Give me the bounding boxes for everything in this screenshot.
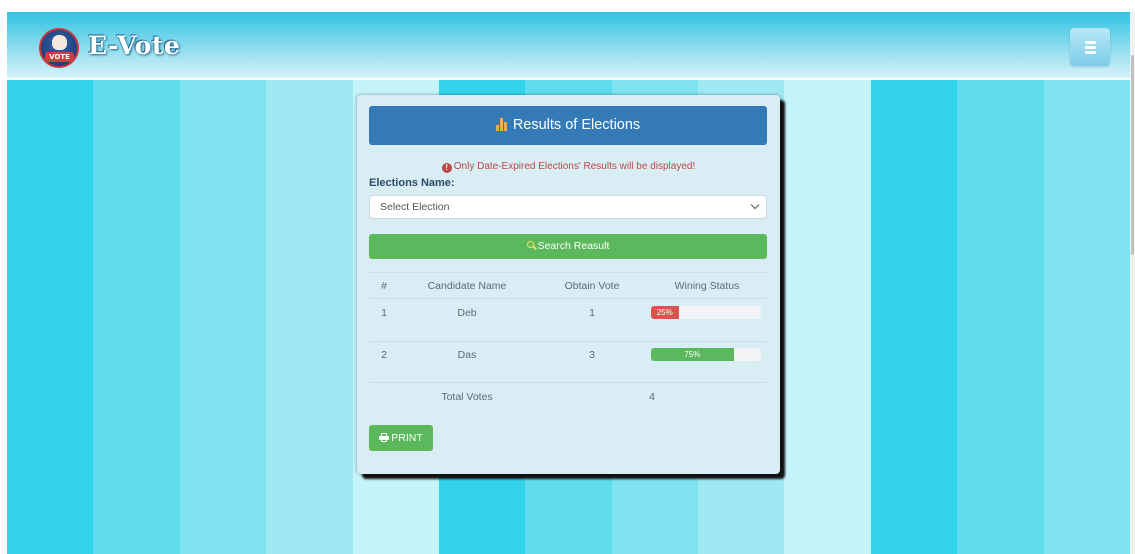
- election-select[interactable]: Select Election: [369, 195, 767, 219]
- winning-status-bar: 25%: [651, 306, 761, 319]
- scrollbar-thumb[interactable]: [1131, 55, 1134, 255]
- search-icon: [526, 241, 536, 250]
- chevron-down-icon: [750, 200, 760, 210]
- brand-title[interactable]: E-Vote: [88, 31, 180, 60]
- vote-logo-icon[interactable]: VOTE: [39, 28, 79, 68]
- total-votes-label: Total Votes: [441, 391, 493, 403]
- background-stripe: [957, 80, 1044, 554]
- background-stripe: [93, 80, 180, 554]
- winning-status-bar: 75%: [651, 348, 761, 361]
- table-header-candidate: Candidate Name: [427, 280, 507, 292]
- table-divider: [369, 298, 767, 299]
- table-divider: [369, 272, 767, 273]
- results-panel: Results of Elections ! Only Date-Expired …: [357, 95, 780, 474]
- background-stripe: [1043, 80, 1130, 554]
- logo-tag: VOTE: [45, 52, 74, 62]
- info-circle-icon: !: [441, 163, 452, 173]
- progress-fill: 25%: [651, 306, 679, 319]
- background-stripe: [784, 80, 871, 554]
- print-icon: [379, 433, 390, 442]
- notice-text: Only Date-Expired Elections' Results wil…: [453, 161, 696, 172]
- row-number: 1: [381, 307, 387, 319]
- menu-toggle-button[interactable]: [1070, 28, 1110, 66]
- background-stripe: [266, 80, 353, 554]
- search-result-button[interactable]: Search Reasult: [369, 234, 767, 259]
- vote-count: 3: [589, 349, 595, 361]
- table-header-status: Wining Status: [674, 280, 740, 292]
- panel-title: Results of Elections: [512, 117, 641, 133]
- candidate-name: Das: [457, 349, 477, 361]
- panel-heading: Results of Elections: [369, 106, 767, 145]
- fist-icon: [52, 35, 67, 50]
- hamburger-icon: [1085, 41, 1096, 44]
- page: VOTE E-Vote Results of Elections ! Only D…: [0, 0, 1135, 554]
- search-button-label: Search Reasult: [537, 240, 610, 252]
- election-select-value: Select Election: [380, 201, 450, 213]
- bar-chart-icon: [495, 118, 509, 131]
- elections-name-label: Elections Name:: [369, 177, 455, 189]
- table-divider: [369, 382, 767, 383]
- hamburger-icon: [1085, 51, 1096, 54]
- print-button-label: PRINT: [391, 432, 423, 444]
- print-button[interactable]: PRINT: [369, 425, 433, 451]
- background-stripe: [179, 80, 267, 554]
- total-votes-value: 4: [649, 391, 655, 403]
- background-stripe: [7, 80, 94, 554]
- table-header-num: #: [381, 280, 387, 292]
- hamburger-icon: [1085, 46, 1096, 49]
- table-divider: [369, 341, 767, 342]
- table-header-votes: Obtain Vote: [564, 280, 620, 292]
- candidate-name: Deb: [457, 307, 477, 319]
- vote-count: 1: [589, 307, 595, 319]
- background-stripe: [870, 80, 958, 554]
- row-number: 2: [381, 349, 387, 361]
- notice-message: ! Only Date-Expired Elections' Results wi…: [357, 161, 780, 173]
- progress-fill: 75%: [651, 348, 734, 361]
